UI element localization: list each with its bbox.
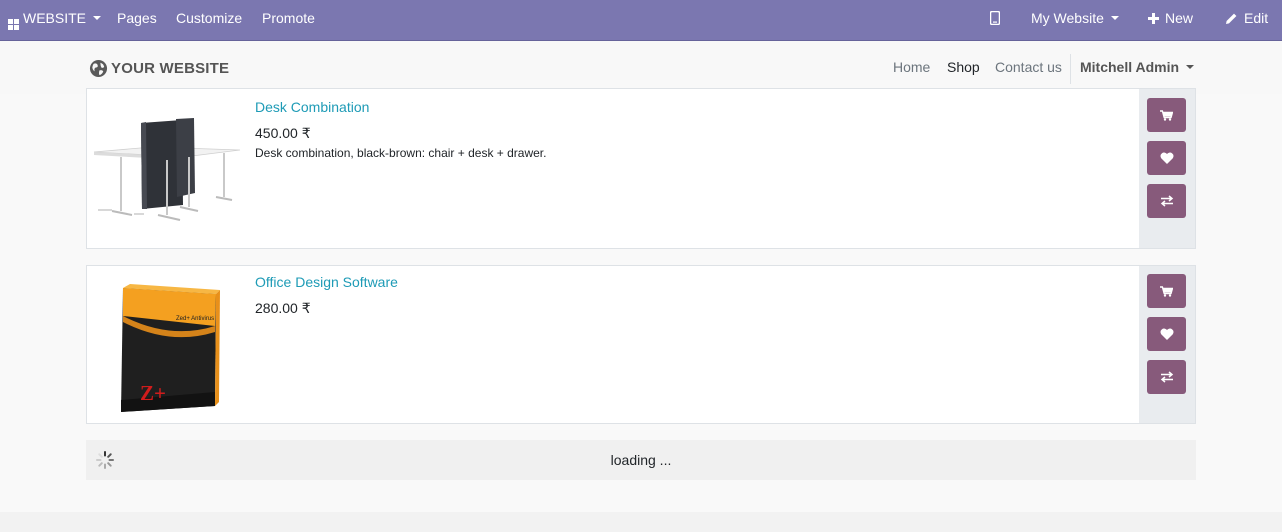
product-price: 280.00 ₹ [255, 300, 311, 316]
footer [0, 512, 1282, 532]
infinite-scroll-loader: loading ... [86, 440, 1196, 480]
caret-down-icon [1186, 65, 1195, 69]
desk-combination-image[interactable] [90, 105, 245, 225]
nav-home[interactable]: Home [893, 41, 930, 94]
logo-text: YOUR WEBSITE [111, 59, 230, 77]
nav-shop[interactable]: Shop [947, 41, 980, 94]
office-design-software-image[interactable]: Zed+ Antivirus Z+ [90, 274, 245, 414]
customize-menu[interactable]: Customize [176, 0, 242, 36]
mobile-icon [989, 10, 1001, 26]
caret-down-icon [93, 16, 102, 20]
site-header: YOUR WEBSITE Home Shop Contact us Mitche… [0, 41, 1282, 94]
loading-text: loading ... [610, 452, 672, 468]
website-menu-label: WEBSITE [23, 10, 87, 26]
promote-menu[interactable]: Promote [262, 0, 315, 36]
product-actions [1139, 266, 1195, 423]
product-card: Zed+ Antivirus Z+ Office Design Software… [86, 265, 1196, 424]
user-name: Mitchell Admin [1080, 59, 1180, 75]
plus-icon [1148, 13, 1159, 24]
pages-menu[interactable]: Pages [117, 0, 157, 36]
apps-icon [8, 19, 19, 30]
my-website-label: My Website [1031, 10, 1104, 26]
exchange-icon [1160, 371, 1173, 383]
new-label: New [1165, 10, 1194, 26]
caret-down-icon [1110, 16, 1119, 20]
box-logo: Z+ [140, 381, 166, 405]
user-menu[interactable]: Mitchell Admin [1080, 41, 1195, 94]
nav-contact-us[interactable]: Contact us [995, 41, 1062, 94]
exchange-icon [1160, 195, 1173, 207]
product-description: Desk combination, black-brown: chair + d… [255, 146, 547, 160]
edit-button[interactable]: Edit [1225, 0, 1268, 36]
product-price: 450.00 ₹ [255, 125, 311, 141]
admin-navbar: WEBSITE Pages Customize Promote My Websi… [0, 0, 1282, 41]
shop-product-list: Desk Combination 450.00 ₹ Desk combinati… [0, 88, 1282, 512]
heart-icon [1160, 152, 1173, 164]
product-actions [1139, 89, 1195, 248]
compare-button[interactable] [1147, 360, 1186, 394]
site-logo[interactable]: YOUR WEBSITE [89, 58, 229, 78]
cart-icon [1160, 109, 1173, 121]
add-to-cart-button[interactable] [1147, 98, 1186, 132]
product-name-link[interactable]: Office Design Software [255, 274, 398, 290]
add-to-cart-button[interactable] [1147, 274, 1186, 308]
mobile-preview-button[interactable] [989, 0, 1001, 36]
product-name-link[interactable]: Desk Combination [255, 99, 369, 115]
heart-icon [1160, 328, 1173, 340]
new-button[interactable]: New [1148, 0, 1193, 36]
cart-icon [1160, 285, 1173, 297]
my-website-menu[interactable]: My Website [1031, 0, 1119, 36]
website-menu[interactable]: WEBSITE [8, 0, 102, 36]
nav-divider [1070, 54, 1071, 84]
box-label: Zed+ Antivirus [176, 316, 214, 322]
globe-icon [89, 59, 108, 77]
add-to-wishlist-button[interactable] [1147, 141, 1186, 175]
compare-button[interactable] [1147, 184, 1186, 218]
edit-label: Edit [1244, 10, 1269, 26]
add-to-wishlist-button[interactable] [1147, 317, 1186, 351]
pencil-icon [1226, 13, 1237, 24]
product-card: Desk Combination 450.00 ₹ Desk combinati… [86, 88, 1196, 249]
